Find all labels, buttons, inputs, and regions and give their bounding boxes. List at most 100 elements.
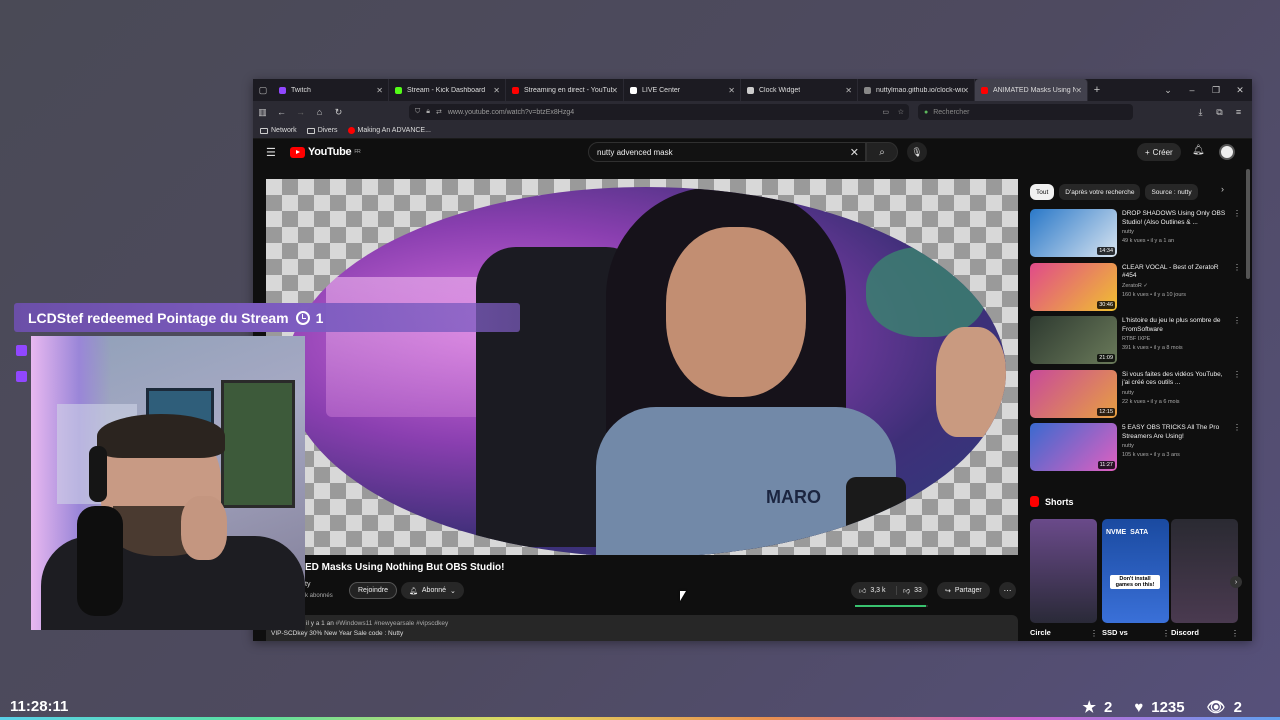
filter-chip[interactable]: Tout <box>1030 184 1055 200</box>
more-actions-button[interactable]: ⋯ <box>999 582 1016 599</box>
short-thumbnail[interactable] <box>1171 519 1238 623</box>
tab-2[interactable]: Stream - Kick Dashboard ✕ <box>389 79 506 101</box>
like-button[interactable]: 👍︎ 3,3 k <box>851 586 897 595</box>
recommendation-item[interactable]: 11:27 5 EASY OBS TRICKS All The Pro Strea… <box>1030 421 1241 475</box>
bookmark-divers[interactable]: Divers <box>306 127 338 134</box>
chevron-right-icon[interactable]: › <box>1221 184 1224 194</box>
scrollbar[interactable] <box>1246 169 1250 279</box>
shield-icon[interactable]: ⛉ <box>415 108 420 116</box>
extensions-icon[interactable]: ⧉ <box>1210 107 1229 118</box>
more-vertical-icon[interactable]: ⋮ <box>1162 629 1170 638</box>
url-bar[interactable]: ⛉ 🔒︎ ⇄ www.youtube.com/watch?v=btzEx8Hzg… <box>409 104 909 120</box>
close-tab-icon[interactable]: ✕ <box>845 86 852 95</box>
short-thumbnail[interactable]: NVME SATA Don't install games on this! <box>1102 519 1169 623</box>
recommendation-item[interactable]: 12:15 Si vous faites des vidéos YouTube, … <box>1030 368 1241 422</box>
recommendation-item[interactable]: 30:46 CLEAR VOCAL - Best of ZeratoR #454 Z… <box>1030 261 1241 315</box>
channel-name[interactable]: ty <box>305 581 310 588</box>
recommendation-title[interactable]: L'histoire du jeu le plus sombre de From… <box>1122 317 1230 334</box>
recommendation-thumbnail[interactable]: 21:09 <box>1030 316 1117 364</box>
tab-overview-icon[interactable]: ▢ <box>253 79 273 101</box>
short-title[interactable]: SSD vs <box>1102 628 1128 637</box>
url-text[interactable]: www.youtube.com/watch?v=btzEx8Hzg4 <box>448 109 574 116</box>
recommendation-channel[interactable]: nutty <box>1122 390 1134 396</box>
permissions-icon[interactable]: ⇄ <box>436 108 442 116</box>
tab-6[interactable]: nuttylmao.github.io/clock-widget/✕ <box>858 79 975 101</box>
home-icon[interactable]: ⌂ <box>310 107 329 117</box>
back-icon[interactable]: ← <box>272 107 291 117</box>
tab-4[interactable]: LIVE Center ✕ <box>624 79 741 101</box>
recommendation-channel[interactable]: RTBF IXPE <box>1122 336 1150 342</box>
tab-5[interactable]: Clock Widget ✕ <box>741 79 858 101</box>
minimize-icon[interactable]: – <box>1180 85 1204 95</box>
tab-label: Stream - Kick Dashboard <box>407 86 486 94</box>
browser-search-field[interactable]: ● Rechercher <box>918 104 1133 120</box>
short-title[interactable]: Circle <box>1030 628 1051 637</box>
redeem-text: LCDStef redeemed Pointage du Stream <box>28 309 289 326</box>
recommendation-title[interactable]: DROP SHADOWS Using Only OBS Studio! (Als… <box>1122 210 1230 227</box>
short-title[interactable]: Discord <box>1171 628 1199 637</box>
stat-value: 2 <box>1103 698 1113 716</box>
recommendation-thumbnail[interactable]: 30:46 <box>1030 262 1117 311</box>
shorts-next-icon[interactable]: › <box>1230 576 1242 588</box>
new-tab-button[interactable]: + <box>1088 84 1106 96</box>
bookmark-making-advance[interactable]: Making An ADVANCE... <box>347 127 431 134</box>
join-button[interactable]: Rejoindre <box>349 582 397 599</box>
description-box[interactable]: il y a 1 an #Windows11 #newyearsale #vip… <box>266 615 1018 641</box>
clear-search-icon[interactable]: ✕ <box>850 146 859 159</box>
menu-icon[interactable]: ≡ <box>1229 107 1248 117</box>
more-vertical-icon[interactable]: ⋮ <box>1233 263 1241 272</box>
recommendation-channel[interactable]: nutty <box>1122 443 1134 449</box>
create-button[interactable]: + Créer <box>1137 143 1181 161</box>
notifications-bell-icon[interactable]: 🔔︎ <box>1192 145 1205 156</box>
recommendation-thumbnail[interactable]: 11:27 <box>1030 423 1117 471</box>
bookmark-network[interactable]: Network <box>260 127 297 134</box>
video-player[interactable]: MARO <box>266 179 1018 555</box>
share-button[interactable]: ↪ Partager <box>937 582 990 599</box>
more-vertical-icon[interactable]: ⋮ <box>1231 629 1239 638</box>
youtube-search-input[interactable]: nutty advenced mask ✕ <box>588 142 866 162</box>
sidebar-toggle-icon[interactable]: ▥ <box>253 107 272 118</box>
recommendation-channel[interactable]: nutty <box>1122 229 1134 235</box>
youtube-logo[interactable]: YouTube FR <box>290 146 361 158</box>
more-vertical-icon[interactable]: ⋮ <box>1233 370 1241 379</box>
close-tab-icon[interactable]: ✕ <box>376 86 383 95</box>
close-tab-icon[interactable]: ✕ <box>1075 86 1082 95</box>
maximize-icon[interactable]: ❐ <box>1204 85 1228 96</box>
more-vertical-icon[interactable]: ⋮ <box>1233 209 1241 218</box>
tab-1[interactable]: Twitch ✕ <box>273 79 389 101</box>
more-vertical-icon[interactable]: ⋮ <box>1233 316 1241 325</box>
bookmark-star-icon[interactable]: ☆ <box>898 108 904 116</box>
reader-icon[interactable]: ▭ <box>882 108 889 116</box>
recommendation-thumbnail[interactable]: 14:34 <box>1030 209 1117 257</box>
tab-3[interactable]: Streaming en direct - YouTube ✕ <box>506 79 624 101</box>
filter-chip[interactable]: Source : nutty <box>1145 184 1198 200</box>
recommendation-title[interactable]: CLEAR VOCAL - Best of ZeratoR #454 <box>1122 264 1230 281</box>
recommendation-title[interactable]: 5 EASY OBS TRICKS All The Pro Streamers … <box>1122 424 1230 441</box>
close-tab-icon[interactable]: ✕ <box>962 86 969 95</box>
short-thumbnail[interactable] <box>1030 519 1097 623</box>
close-tab-icon[interactable]: ✕ <box>611 86 618 95</box>
recommendation-title[interactable]: Si vous faites des vidéos YouTube, j'ai … <box>1122 371 1230 388</box>
dislike-button[interactable]: 👎︎ 33 <box>897 586 922 595</box>
close-tab-icon[interactable]: ✕ <box>493 86 500 95</box>
tab-7[interactable]: ANIMATED Masks Using N ✕ <box>975 79 1088 101</box>
voice-search-button[interactable]: 🎙︎ <box>907 142 927 162</box>
subscribed-button[interactable]: 🔔︎ Abonné ⌄ <box>401 582 464 599</box>
close-window-icon[interactable]: ✕ <box>1228 85 1252 96</box>
reload-icon[interactable]: ↻ <box>329 107 348 118</box>
hamburger-menu-icon[interactable]: ☰ <box>266 146 276 159</box>
hashtags[interactable]: #Windows11 #newyearsale #vipscdkey <box>336 620 449 627</box>
account-avatar[interactable] <box>1219 144 1235 160</box>
youtube-search-button[interactable]: ⌕ <box>866 142 898 162</box>
more-vertical-icon[interactable]: ⋮ <box>1233 423 1241 432</box>
recommendation-thumbnail[interactable]: 12:15 <box>1030 369 1117 418</box>
recommendation-item[interactable]: 21:09 L'histoire du jeu le plus sombre de… <box>1030 314 1241 368</box>
tab-list-icon[interactable]: ⌄ <box>1156 85 1180 96</box>
forward-icon[interactable]: → <box>291 107 310 117</box>
more-vertical-icon[interactable]: ⋮ <box>1090 629 1098 638</box>
filter-chip[interactable]: D'après votre recherche <box>1059 184 1141 200</box>
recommendation-item[interactable]: 14:34 DROP SHADOWS Using Only OBS Studio!… <box>1030 207 1241 261</box>
recommendation-channel[interactable]: ZeratoR ✓ <box>1122 283 1148 289</box>
download-icon[interactable]: ⤓ <box>1191 107 1210 118</box>
close-tab-icon[interactable]: ✕ <box>728 86 735 95</box>
